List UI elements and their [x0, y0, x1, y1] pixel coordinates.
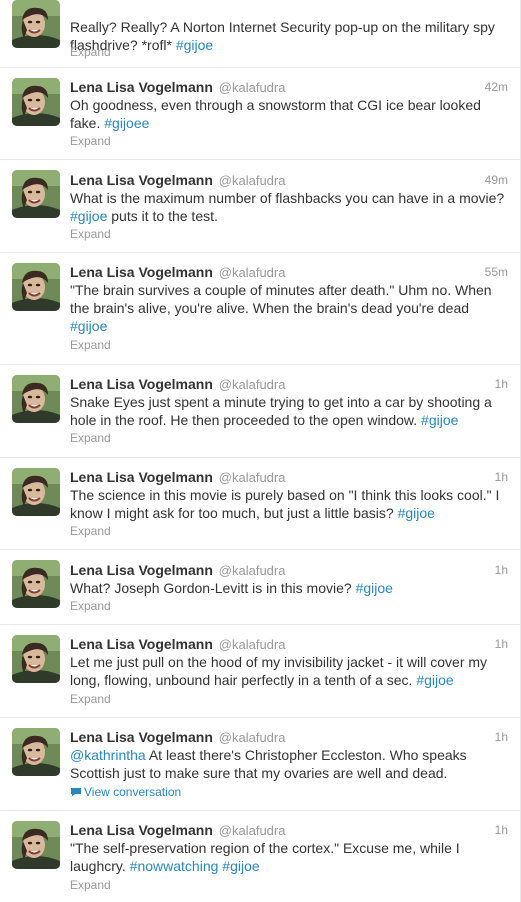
tweet-text-segment: "The brain survives a couple of minutes …: [70, 282, 492, 316]
author-handle[interactable]: @kalafudra: [219, 563, 286, 578]
expand-link[interactable]: Expand: [70, 227, 111, 241]
tweet-timestamp[interactable]: 1h: [495, 821, 508, 839]
tweet-header: Lena Lisa Vogelmann @kalafudra 55m: [70, 263, 508, 281]
view-conversation-link[interactable]: View conversation: [70, 785, 181, 799]
author-fullname[interactable]: Lena Lisa Vogelmann: [70, 729, 213, 745]
author-fullname[interactable]: Lena Lisa Vogelmann: [70, 376, 213, 392]
hashtag-link[interactable]: #gijoe: [421, 412, 458, 428]
tweet-text: What is the maximum number of flashbacks…: [70, 189, 508, 225]
expand-link[interactable]: Expand: [70, 134, 111, 148]
tweet-item[interactable]: Lena Lisa Vogelmann @kalafudra 42m Oh good…: [0, 68, 520, 160]
hashtag-link[interactable]: #gijoe: [70, 208, 107, 224]
tweet-text: The science in this movie is purely base…: [70, 486, 508, 522]
tweet-header: Lena Lisa Vogelmann @kalafudra 1h: [70, 468, 508, 486]
tweet-timestamp[interactable]: 1h: [495, 375, 508, 393]
avatar[interactable]: [12, 728, 60, 776]
tweet-item[interactable]: Lena Lisa Vogelmann @kalafudra 1h The scie…: [0, 458, 520, 550]
tweet-item[interactable]: Lena Lisa Vogelmann @kalafudra 1h "The sel…: [0, 811, 520, 902]
tweet-item[interactable]: Lena Lisa Vogelmann @kalafudra 1h Snake Ey…: [0, 365, 520, 458]
tweet-header: Lena Lisa Vogelmann @kalafudra 42m: [70, 78, 508, 96]
author-fullname[interactable]: Lena Lisa Vogelmann: [70, 822, 213, 838]
tweet-item[interactable]: Lena Lisa Vogelmann @kalafudra 49m What is…: [0, 160, 520, 253]
tweet-text-segment: "The self-preservation region of the cor…: [70, 840, 460, 874]
tweet-header: Lena Lisa Vogelmann @kalafudra 1h: [70, 635, 508, 653]
avatar[interactable]: [12, 468, 60, 516]
tweet-timestamp[interactable]: 1h: [495, 468, 508, 486]
author-fullname[interactable]: Lena Lisa Vogelmann: [70, 469, 213, 485]
expand-link[interactable]: Expand: [70, 599, 111, 613]
author-handle[interactable]: @kalafudra: [219, 265, 286, 280]
tweet-text: What? Joseph Gordon-Levitt is in this mo…: [70, 579, 508, 597]
tweet-text: Really? Really? A Norton Internet Securi…: [70, 18, 508, 54]
tweet-text: @kathrintha At least there's Christopher…: [70, 746, 508, 782]
author-handle[interactable]: @kalafudra: [219, 173, 286, 188]
hashtag-link[interactable]: #nowwatching: [130, 858, 219, 874]
tweet-text-segment: puts it to the test.: [107, 208, 218, 224]
expand-link[interactable]: Expand: [70, 692, 111, 706]
avatar[interactable]: [12, 170, 60, 218]
hashtag-link[interactable]: #gijoe: [398, 505, 435, 521]
tweet-item[interactable]: Lena Lisa Vogelmann @kalafudra 55m "The br…: [0, 253, 520, 365]
hashtag-link[interactable]: #gijoe: [176, 37, 213, 53]
tweet-item[interactable]: Really? Really? A Norton Internet Securi…: [0, 0, 520, 68]
avatar[interactable]: [12, 635, 60, 683]
author-handle[interactable]: @kalafudra: [219, 470, 286, 485]
speech-bubble-icon: [70, 786, 82, 797]
tweet-timestamp[interactable]: 1h: [495, 635, 508, 653]
avatar[interactable]: [12, 78, 60, 126]
tweet-header: Lena Lisa Vogelmann @kalafudra 1h: [70, 561, 508, 579]
author-handle[interactable]: @kalafudra: [219, 823, 286, 838]
hashtag-link[interactable]: #gijoe: [70, 318, 107, 334]
expand-link[interactable]: Expand: [70, 878, 111, 892]
author-handle[interactable]: @kalafudra: [219, 637, 286, 652]
tweet-text-segment: Really? Really? A Norton Internet Securi…: [70, 19, 495, 53]
author-handle[interactable]: @kalafudra: [219, 730, 286, 745]
hashtag-link[interactable]: #gijoee: [104, 115, 149, 131]
tweet-text-segment: What is the maximum number of flashbacks…: [70, 190, 505, 206]
tweet-header: Lena Lisa Vogelmann @kalafudra 1h: [70, 728, 508, 746]
avatar[interactable]: [12, 0, 60, 48]
mention-link[interactable]: @kathrintha: [70, 747, 146, 763]
expand-link[interactable]: Expand: [70, 524, 111, 538]
hashtag-link[interactable]: #gijoe: [356, 580, 393, 596]
tweet-text: "The self-preservation region of the cor…: [70, 839, 508, 875]
tweet-timestamp[interactable]: 49m: [485, 171, 508, 189]
tweet-timestamp[interactable]: 1h: [495, 728, 508, 746]
tweet-text: Snake Eyes just spent a minute trying to…: [70, 393, 508, 429]
author-fullname[interactable]: Lena Lisa Vogelmann: [70, 562, 213, 578]
avatar[interactable]: [12, 263, 60, 311]
tweet-text: Let me just pull on the hood of my invis…: [70, 653, 508, 689]
expand-link[interactable]: Expand: [70, 431, 111, 445]
avatar[interactable]: [12, 821, 60, 869]
tweet-item[interactable]: Lena Lisa Vogelmann @kalafudra 1h @kathrin…: [0, 718, 520, 811]
tweet-timestamp[interactable]: 42m: [485, 78, 508, 96]
author-handle[interactable]: @kalafudra: [219, 80, 286, 95]
tweet-header: Lena Lisa Vogelmann @kalafudra 1h: [70, 821, 508, 839]
author-fullname[interactable]: Lena Lisa Vogelmann: [70, 172, 213, 188]
tweet-header: Lena Lisa Vogelmann @kalafudra 1h: [70, 375, 508, 393]
tweet-timestamp[interactable]: 1h: [495, 561, 508, 579]
tweet-header: Lena Lisa Vogelmann @kalafudra 49m: [70, 171, 508, 189]
tweet-timestamp[interactable]: 55m: [485, 263, 508, 281]
author-fullname[interactable]: Lena Lisa Vogelmann: [70, 264, 213, 280]
tweet-text: "The brain survives a couple of minutes …: [70, 281, 508, 335]
hashtag-link[interactable]: #gijoe: [416, 672, 453, 688]
view-conversation-label: View conversation: [84, 785, 182, 799]
tweet-text: Oh goodness, even through a snowstorm th…: [70, 96, 508, 132]
author-fullname[interactable]: Lena Lisa Vogelmann: [70, 79, 213, 95]
expand-link[interactable]: Expand: [70, 338, 111, 352]
tweet-text-segment: What? Joseph Gordon-Levitt is in this mo…: [70, 580, 356, 596]
avatar[interactable]: [12, 560, 60, 608]
hashtag-link[interactable]: #gijoe: [222, 858, 259, 874]
tweet-item[interactable]: Lena Lisa Vogelmann @kalafudra 1h What? Jo…: [0, 550, 520, 625]
expand-link[interactable]: Expand: [70, 45, 111, 59]
author-handle[interactable]: @kalafudra: [219, 377, 286, 392]
author-fullname[interactable]: Lena Lisa Vogelmann: [70, 636, 213, 652]
avatar[interactable]: [12, 375, 60, 423]
tweet-item[interactable]: Lena Lisa Vogelmann @kalafudra 1h Let me j…: [0, 625, 520, 718]
tweet-timeline: Really? Really? A Norton Internet Securi…: [0, 0, 521, 902]
